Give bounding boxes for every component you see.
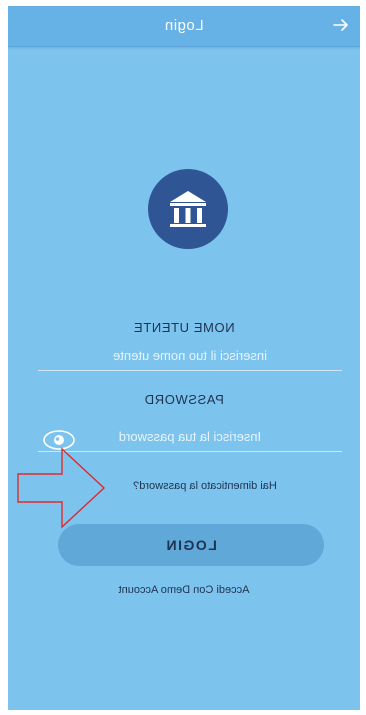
red-arrow-icon [17, 447, 106, 529]
app-bar: Login [8, 6, 360, 47]
password-placeholder: Inserisci la tua password [118, 429, 262, 444]
demo-account-link[interactable]: Accedi Con Demo Account [8, 584, 360, 596]
app-screen: Login NOME UTENTE inserisci il tuo nome … [8, 6, 360, 710]
bank-building-icon [148, 169, 228, 249]
page-title: Login [164, 17, 204, 34]
login-button[interactable]: LOGIN [58, 524, 324, 566]
username-placeholder: inserisci il tuo nome utente [113, 348, 267, 363]
screenshot-frame: Login NOME UTENTE inserisci il tuo nome … [0, 0, 366, 715]
password-label: PASSWORD [144, 392, 224, 407]
username-label: NOME UTENTE [133, 320, 235, 335]
forgot-password-link[interactable]: Hai dimenticato la password? [90, 480, 320, 492]
arrow-right-icon[interactable] [330, 14, 352, 36]
username-field[interactable]: inserisci il tuo nome utente [38, 348, 342, 371]
login-button-label: LOGIN [165, 537, 217, 553]
